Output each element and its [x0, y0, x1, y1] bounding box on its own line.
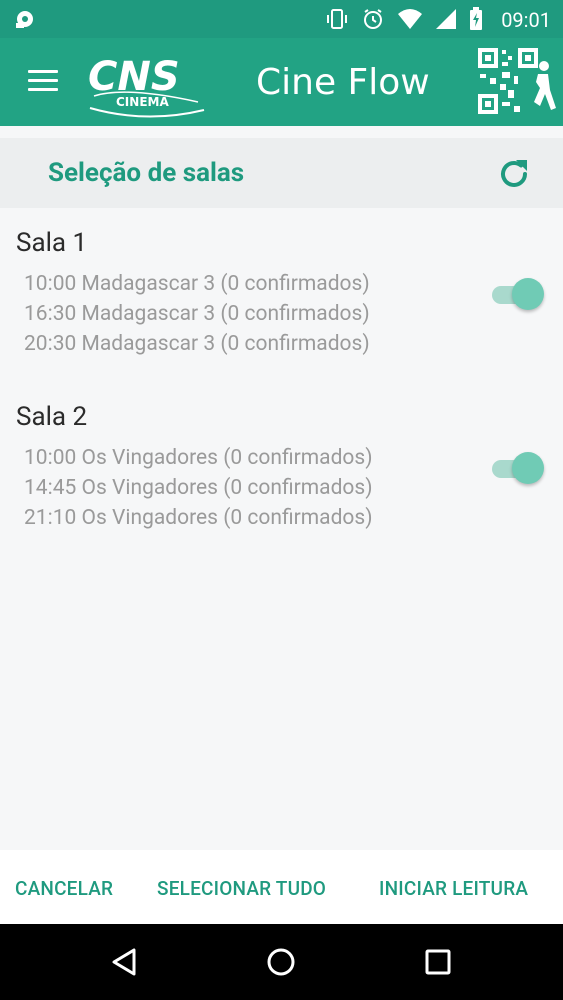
- section-header: Seleção de salas: [0, 138, 563, 208]
- session-item: 16:30 Madagascar 3 (0 confirmados): [24, 302, 370, 326]
- select-all-button[interactable]: SELECIONAR TUDO: [157, 877, 326, 900]
- signal-icon: [435, 8, 457, 34]
- hamburger-icon[interactable]: [28, 70, 58, 92]
- cns-cinema-logo: CNS CINEMA: [86, 48, 206, 118]
- recents-icon[interactable]: [422, 946, 454, 978]
- toggle-thumb: [512, 452, 544, 484]
- action-bar: CANCELAR SELECIONAR TUDO INICIAR LEITURA: [0, 850, 563, 924]
- battery-charging-icon: [469, 7, 483, 35]
- app-bar: CNS CINEMA Cine Flow: [0, 38, 563, 126]
- home-icon[interactable]: [265, 946, 297, 978]
- status-bar: 09:01: [0, 0, 563, 38]
- svg-text:CINEMA: CINEMA: [116, 95, 169, 109]
- session-item: 10:00 Os Vingadores (0 confirmados): [24, 446, 373, 470]
- vibrate-icon: [325, 7, 349, 35]
- system-nav-bar: [0, 924, 563, 1000]
- back-icon[interactable]: [108, 946, 140, 978]
- cancel-button[interactable]: CANCELAR: [15, 877, 113, 900]
- wifi-icon: [397, 8, 423, 34]
- app-title: Cine Flow: [256, 62, 430, 103]
- notification-icon: [14, 8, 36, 34]
- room-toggle[interactable]: [490, 277, 546, 313]
- room-title: Sala 2: [16, 402, 88, 432]
- qr-walk-icon[interactable]: [478, 48, 556, 116]
- session-item: 20:30 Madagascar 3 (0 confirmados): [24, 332, 370, 356]
- start-reading-button[interactable]: INICIAR LEITURA: [379, 877, 528, 900]
- alarm-icon: [361, 7, 385, 35]
- session-item: 21:10 Os Vingadores (0 confirmados): [24, 506, 373, 530]
- session-item: 10:00 Madagascar 3 (0 confirmados): [24, 272, 370, 296]
- room-toggle[interactable]: [490, 451, 546, 487]
- section-title: Seleção de salas: [48, 158, 245, 188]
- session-item: 14:45 Os Vingadores (0 confirmados): [24, 476, 373, 500]
- room-title: Sala 1: [16, 228, 88, 258]
- toggle-thumb: [512, 278, 544, 310]
- refresh-icon[interactable]: [494, 154, 534, 194]
- status-time: 09:01: [501, 8, 551, 32]
